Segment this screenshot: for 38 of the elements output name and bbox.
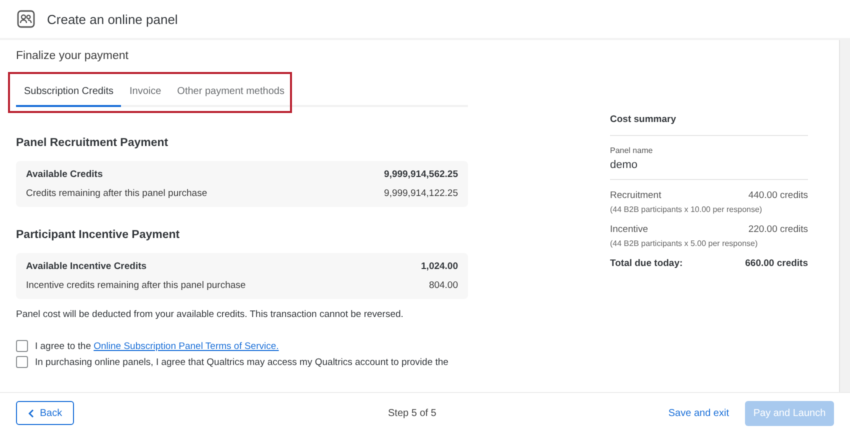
panel-name: demo [610, 159, 639, 171]
section-heading: Participant Incentive Payment [16, 229, 181, 241]
cost-label: Incentive [610, 224, 648, 235]
chevron-left-icon [28, 408, 34, 418]
page-header-title: Create an online panel [47, 12, 178, 26]
summary-title: Cost summary [610, 114, 808, 136]
credit-value: 9,999,914,122.25 [384, 188, 458, 199]
tab[interactable]: Invoice [121, 82, 170, 107]
people-icon [17, 10, 35, 28]
credit-value: 1,024.00 [421, 261, 458, 272]
checkbox[interactable] [16, 340, 28, 352]
scrollbar[interactable] [839, 40, 850, 392]
cost-label: Recruitment [610, 190, 662, 201]
notice-text: Panel cost will be deducted from your available credits. This transaction cannot be reversed. [16, 309, 404, 320]
credit-value: 9,999,914,562.25 [384, 169, 458, 180]
credit-label: Incentive credits remaining after this panel purchase [26, 280, 246, 291]
agreement-text: In purchasing online panels, I agree that Qualtrics may access my Qualtrics account to provide the [35, 356, 448, 368]
agreement-text: I agree to the Online Subscription Panel Terms of Service. [35, 340, 279, 352]
credit-label: Available Credits [26, 169, 103, 180]
credit-value: 804.00 [428, 280, 458, 291]
cost-detail: (44 B2B participants x 10.00 per response) [610, 205, 764, 214]
tab[interactable]: Other payment methods [169, 82, 292, 107]
panel-name-label: Panel name [610, 146, 654, 155]
save-and-exit-link[interactable]: Save and exit [668, 408, 729, 418]
credit-label: Available Incentive Credits [26, 261, 147, 272]
terms-link[interactable]: Online Subscription Panel Terms of Service. [94, 340, 279, 352]
credit-label: Credits remaining after this panel purchase [26, 188, 208, 199]
cost-amount: 220.00 credits [748, 224, 808, 235]
checkbox[interactable] [16, 356, 28, 368]
cost-detail: (44 B2B participants x 5.00 per response) [610, 239, 759, 248]
section-heading: Panel Recruitment Payment [16, 137, 170, 149]
cost-amount: 440.00 credits [748, 190, 808, 201]
back-button[interactable]: Back [16, 401, 74, 425]
step-indicator: Step 5 of 5 [388, 408, 436, 418]
tab[interactable]: Subscription Credits [16, 82, 122, 107]
page-title: Finalize your payment [16, 50, 130, 62]
total-label: Total due today: [610, 258, 683, 269]
total-amount: 660.00 credits [745, 258, 808, 269]
